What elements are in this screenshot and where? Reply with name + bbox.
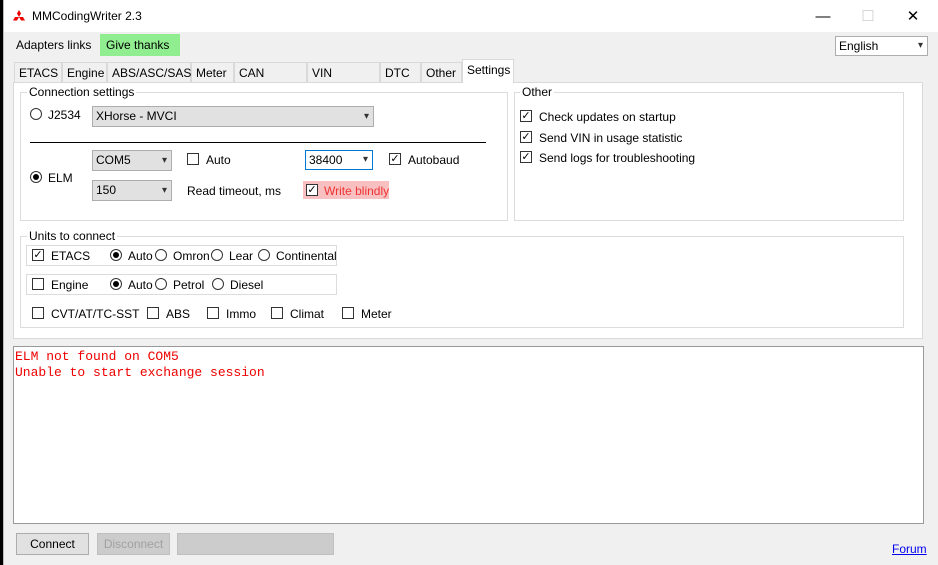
write-blindly-checkbox[interactable]: ✓	[306, 184, 318, 196]
engine-auto-label: Auto	[128, 278, 153, 292]
units-group-title: Units to connect	[27, 229, 118, 243]
immo-checkbox[interactable]	[207, 307, 219, 319]
tab-other[interactable]: Other	[421, 62, 462, 82]
auto-port-checkbox[interactable]	[187, 153, 199, 165]
j2534-device-value: XHorse - MVCI	[96, 109, 177, 123]
window-title: MMCodingWriter 2.3	[32, 9, 142, 23]
baud-select[interactable]: 38400 ▾	[305, 150, 373, 170]
chevron-down-icon: ▾	[362, 154, 368, 165]
elm-label: ELM	[48, 171, 73, 185]
tab-etacs[interactable]: ETACS	[14, 62, 62, 82]
baud-value: 38400	[309, 153, 343, 167]
etacs-checkbox[interactable]: ✓	[32, 249, 44, 261]
log-line: ELM not found on COM5	[15, 349, 179, 364]
etacs-auto-radio[interactable]	[110, 249, 122, 261]
etacs-continental-label: Continental	[276, 249, 337, 263]
autobaud-checkbox[interactable]: ✓	[389, 153, 401, 165]
log-output[interactable]: ELM not found on COM5 Unable to start ex…	[13, 346, 924, 524]
send-vin-checkbox[interactable]: ✓	[520, 131, 532, 143]
minimize-button[interactable]: —	[800, 0, 846, 32]
etacs-auto-label: Auto	[128, 249, 153, 263]
close-button[interactable]: ✕	[890, 0, 936, 32]
timeout-label: Read timeout, ms	[187, 184, 282, 198]
tab-vin-changer[interactable]: VIN Changer	[307, 62, 380, 100]
title-bar[interactable]	[4, 0, 938, 32]
j2534-device-select[interactable]: XHorse - MVCI ▾	[92, 106, 374, 127]
timeout-select[interactable]: 150 ▾	[92, 180, 172, 201]
write-blindly-label: Write blindly	[324, 184, 390, 198]
tab-dtc[interactable]: DTC	[380, 62, 421, 82]
auto-port-label: Auto	[206, 153, 231, 167]
connect-button[interactable]: Connect	[16, 533, 89, 555]
etacs-lear-radio[interactable]	[211, 249, 223, 261]
cvt-checkbox[interactable]	[32, 307, 44, 319]
climat-label: Climat	[290, 307, 325, 321]
engine-auto-radio[interactable]	[110, 278, 122, 290]
menu-adapters-links[interactable]: Adapters links	[10, 34, 97, 56]
etacs-continental-radio[interactable]	[258, 249, 270, 261]
abs-checkbox[interactable]	[147, 307, 159, 319]
port-value: COM5	[96, 153, 131, 167]
tab-settings[interactable]: Settings	[462, 59, 514, 83]
cvt-label: CVT/AT/TC-SST	[51, 307, 140, 321]
elm-radio[interactable]	[30, 171, 42, 183]
autobaud-label: Autobaud	[408, 153, 460, 167]
forum-link[interactable]: Forum	[892, 542, 927, 556]
engine-diesel-label: Diesel	[230, 278, 264, 292]
other-group-title: Other	[520, 85, 555, 99]
menu-give-thanks[interactable]: Give thanks	[100, 34, 180, 56]
tab-can-adapter[interactable]: CAN adapter	[234, 62, 307, 100]
engine-label: Engine	[51, 278, 89, 292]
meter-checkbox[interactable]	[342, 307, 354, 319]
close-icon: ✕	[906, 8, 920, 25]
separator	[30, 142, 486, 143]
disconnect-button[interactable]: Disconnect	[97, 533, 170, 555]
tab-meter[interactable]: Meter	[191, 62, 234, 82]
meter-label: Meter	[361, 307, 392, 321]
port-select[interactable]: COM5 ▾	[92, 150, 172, 171]
chevron-down-icon: ▾	[161, 185, 167, 196]
tab-abs-asc-sas[interactable]: ABS/ASC/SAS	[107, 62, 191, 82]
etacs-label: ETACS	[51, 249, 91, 263]
check-updates-label: Check updates on startup	[539, 110, 676, 124]
language-select[interactable]: English ▾	[835, 36, 928, 56]
check-updates-checkbox[interactable]: ✓	[520, 110, 532, 122]
language-value: English	[839, 39, 879, 53]
j2534-radio[interactable]	[30, 108, 42, 120]
chevron-down-icon: ▾	[363, 111, 369, 122]
engine-petrol-radio[interactable]	[155, 278, 167, 290]
etacs-omron-radio[interactable]	[155, 249, 167, 261]
send-logs-label: Send logs for troubleshooting	[539, 151, 696, 165]
abs-label: ABS	[166, 307, 191, 321]
engine-diesel-radio[interactable]	[212, 278, 224, 290]
connection-settings-title: Connection settings	[27, 85, 137, 99]
climat-checkbox[interactable]	[271, 307, 283, 319]
chevron-down-icon: ▾	[917, 40, 923, 51]
j2534-label: J2534	[48, 108, 81, 122]
log-line: Unable to start exchange session	[15, 365, 265, 380]
chevron-down-icon: ▾	[161, 155, 167, 166]
minimize-icon: —	[815, 7, 831, 25]
etacs-lear-label: Lear	[229, 249, 254, 263]
send-logs-checkbox[interactable]: ✓	[520, 151, 532, 163]
tab-engine[interactable]: Engine	[62, 62, 107, 82]
timeout-value: 150	[96, 183, 117, 197]
etacs-omron-label: Omron	[173, 249, 210, 263]
immo-label: Immo	[226, 307, 256, 321]
maximize-button[interactable]: ☐	[845, 0, 891, 32]
maximize-icon: ☐	[861, 8, 875, 25]
mitsubishi-logo-icon	[13, 10, 25, 21]
status-field	[177, 533, 334, 555]
engine-checkbox[interactable]	[32, 278, 44, 290]
send-vin-label: Send VIN in usage statistic	[539, 131, 683, 145]
engine-petrol-label: Petrol	[173, 278, 205, 292]
